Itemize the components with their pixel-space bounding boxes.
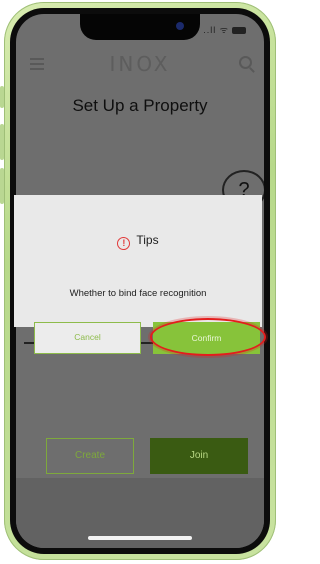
confirm-highlight-annotation — [150, 318, 266, 356]
signal-wifi-icon: ..ll ᯤ — [203, 25, 229, 35]
front-camera-icon — [176, 22, 184, 30]
volume-up-button — [0, 124, 4, 160]
page-title: Set Up a Property — [72, 96, 208, 115]
app-header: INOX — [16, 44, 264, 84]
dialog-header: ! Tips — [14, 233, 262, 250]
app-logo: INOX — [109, 52, 171, 76]
status-bar: ..ll ᯤ — [16, 14, 264, 44]
battery-icon — [232, 27, 246, 35]
volume-down-button — [0, 168, 4, 204]
tips-dialog: ! Tips Whether to bind face recognition — [14, 195, 262, 327]
search-icon[interactable] — [239, 56, 252, 69]
dialog-message: Whether to bind face recognition — [69, 288, 207, 299]
dialog-title: Tips — [136, 233, 159, 247]
create-button[interactable]: Create — [46, 438, 134, 474]
notch — [80, 14, 200, 40]
mute-switch — [0, 86, 4, 108]
cancel-button[interactable]: Cancel — [34, 322, 141, 354]
alert-circle-icon: ! — [117, 237, 131, 250]
home-indicator[interactable] — [88, 536, 192, 540]
join-button[interactable]: Join — [150, 438, 248, 474]
status-icons: ..ll ᯤ — [203, 23, 246, 36]
bottom-bar — [16, 478, 264, 548]
